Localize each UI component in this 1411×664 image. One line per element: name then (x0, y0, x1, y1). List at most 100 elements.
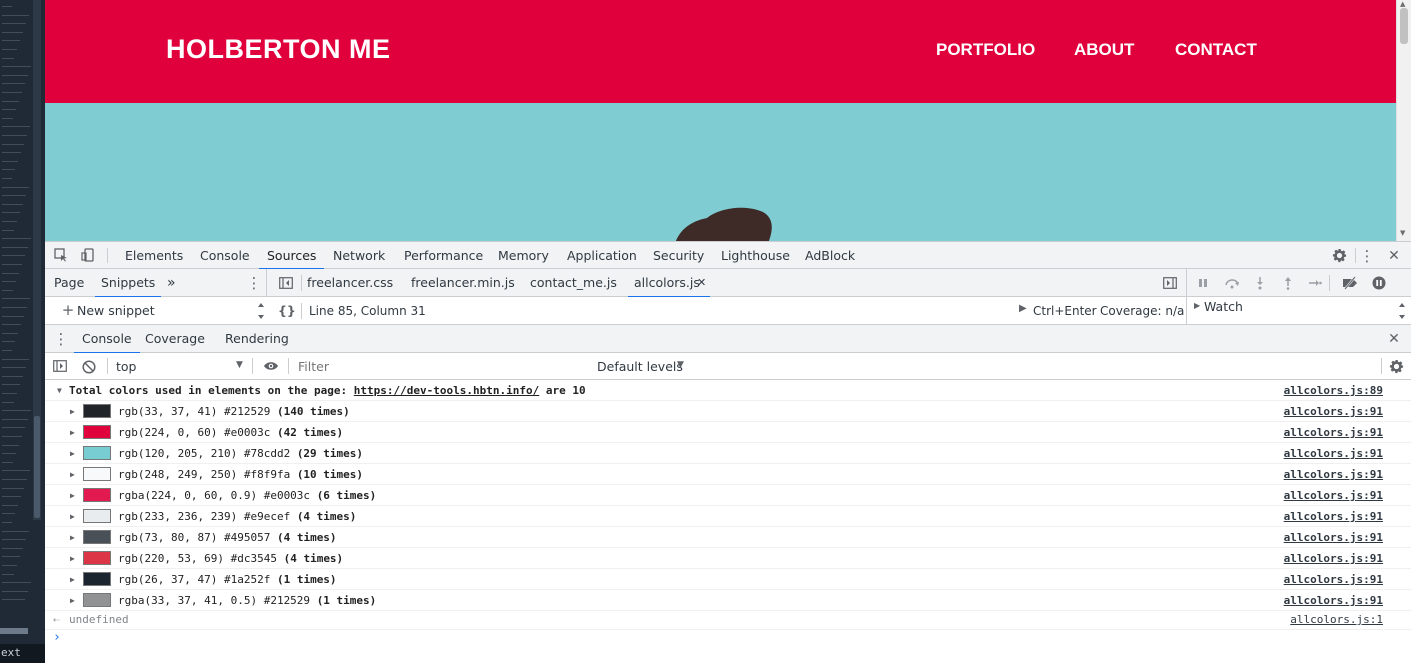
source-link[interactable]: allcolors.js:91 (1284, 447, 1383, 460)
levels-dropdown-icon[interactable]: ▼ (677, 360, 684, 370)
source-link[interactable]: allcolors.js:91 (1284, 426, 1383, 439)
tab-elements[interactable]: Elements (125, 242, 183, 269)
log-levels-dropdown[interactable]: Default levels (597, 359, 683, 374)
file-tab-contact-me-js[interactable]: contact_me.js (530, 269, 617, 297)
expand-triangle-icon[interactable]: ▶ (70, 407, 75, 416)
pause-on-exceptions-icon[interactable] (1371, 275, 1387, 291)
console-color-entry[interactable]: ▶ rgba(224, 0, 60, 0.9) #e0003c (6 times)… (45, 485, 1411, 506)
file-tab-freelancer-min-js[interactable]: freelancer.min.js (411, 269, 515, 297)
tab-sources[interactable]: Sources (258, 242, 325, 270)
step-icon[interactable] (1307, 276, 1323, 290)
toggle-debugger-icon[interactable] (1162, 276, 1178, 290)
nav-link-contact[interactable]: CONTACT (1175, 40, 1257, 60)
tab-network[interactable]: Network (333, 242, 385, 269)
console-color-entry[interactable]: ▶ rgb(233, 236, 239) #e9ecef (4 times) all… (45, 506, 1411, 527)
file-tab-allcolors-js[interactable]: allcolors.js (628, 269, 710, 298)
context-selector[interactable]: top (116, 359, 136, 374)
navigator-scrollbar[interactable] (256, 301, 266, 321)
collapse-triangle-icon[interactable]: ▼ (57, 386, 62, 395)
expand-triangle-icon[interactable]: ▶ (70, 491, 75, 500)
tab-console[interactable]: Console (200, 242, 250, 269)
page-scrollbar-thumb[interactable] (1400, 8, 1408, 44)
source-link[interactable]: allcolors.js:91 (1284, 573, 1383, 586)
console-filter-input[interactable] (298, 356, 588, 376)
source-link[interactable]: allcolors.js:89 (1284, 384, 1383, 397)
expand-triangle-icon[interactable]: ▶ (70, 428, 75, 437)
drawer-tab-coverage[interactable]: Coverage (145, 325, 205, 353)
deactivate-breakpoints-icon[interactable] (1341, 275, 1359, 291)
step-into-icon[interactable] (1253, 275, 1267, 291)
source-link[interactable]: allcolors.js:1 (1290, 613, 1383, 626)
tab-lighthouse[interactable]: Lighthouse (721, 242, 790, 269)
new-snippet-button[interactable]: New snippet (77, 303, 155, 318)
device-toolbar-icon[interactable] (80, 247, 96, 263)
pause-icon[interactable] (1195, 276, 1211, 290)
close-file-icon[interactable]: ✕ (697, 269, 706, 297)
close-drawer-icon[interactable]: ✕ (1386, 330, 1402, 347)
console-group-header[interactable]: ▼ Total colors used in elements on the p… (45, 380, 1411, 401)
console-sidebar-icon[interactable] (52, 359, 68, 373)
live-expression-eye-icon[interactable] (262, 359, 280, 373)
expand-triangle-icon[interactable]: ▶ (70, 449, 75, 458)
add-icon[interactable]: + (61, 301, 75, 319)
expand-triangle-icon[interactable]: ▶ (70, 533, 75, 542)
context-dropdown-icon[interactable]: ▼ (236, 360, 243, 370)
editor-hscroll[interactable] (0, 628, 28, 634)
settings-gear-icon[interactable] (1330, 247, 1348, 264)
toggle-navigator-icon[interactable] (278, 276, 294, 290)
watch-section[interactable]: Watch (1204, 299, 1243, 314)
console-color-entry[interactable]: ▶ rgb(120, 205, 210) #78cdd2 (29 times) al… (45, 443, 1411, 464)
source-link[interactable]: allcolors.js:91 (1284, 552, 1383, 565)
scroll-down-icon[interactable]: ▼ (1400, 229, 1405, 237)
tab-application[interactable]: Application (567, 242, 637, 269)
run-snippet-icon[interactable]: ▶ (1019, 303, 1027, 314)
navigator-tab-snippets[interactable]: Snippets (94, 269, 162, 298)
expand-triangle-icon[interactable]: ▶ (70, 470, 75, 479)
expand-triangle-icon[interactable]: ▶ (70, 596, 75, 605)
nav-link-portfolio[interactable]: PORTFOLIO (936, 40, 1035, 60)
inspect-element-icon[interactable] (53, 247, 69, 263)
source-link[interactable]: allcolors.js:91 (1284, 489, 1383, 502)
drawer-menu-icon[interactable]: ⋮ (54, 330, 69, 348)
expand-triangle-icon[interactable]: ▶ (70, 554, 75, 563)
console-prompt[interactable]: › (53, 630, 1393, 650)
nav-link-about[interactable]: ABOUT (1074, 40, 1134, 60)
scroll-up-icon[interactable]: ▲ (1400, 0, 1405, 8)
tab-performance[interactable]: Performance (404, 242, 483, 269)
console-color-entry[interactable]: ▶ rgb(26, 37, 47) #1a252f (1 times) allcol… (45, 569, 1411, 590)
tab-memory[interactable]: Memory (498, 242, 549, 269)
source-link[interactable]: allcolors.js:91 (1284, 531, 1383, 544)
drawer-tab-rendering[interactable]: Rendering (225, 325, 289, 353)
more-options-icon[interactable]: ⋮ (1359, 247, 1375, 265)
source-link[interactable]: allcolors.js:91 (1284, 594, 1383, 607)
debugger-scrollbar[interactable] (1397, 301, 1407, 321)
clear-console-icon[interactable] (81, 359, 97, 375)
source-link[interactable]: allcolors.js:91 (1284, 405, 1383, 418)
run-shortcut-hint[interactable]: Ctrl+Enter (1033, 304, 1097, 318)
source-link[interactable]: allcolors.js:91 (1284, 510, 1383, 523)
navigator-tab-page[interactable]: Page (54, 269, 84, 297)
expand-triangle-icon[interactable]: ▶ (70, 512, 75, 521)
console-url-link[interactable]: https://dev-tools.hbtn.info/ (354, 384, 539, 397)
console-color-entry[interactable]: ▶ rgb(220, 53, 69) #dc3545 (4 times) allco… (45, 548, 1411, 569)
editor-scrollbar-thumb[interactable] (34, 416, 40, 518)
navigator-menu-icon[interactable]: ⋮ (247, 274, 262, 292)
site-brand[interactable]: HOLBERTON ME (166, 34, 391, 65)
close-devtools-icon[interactable]: ✕ (1386, 247, 1402, 264)
console-color-entry[interactable]: ▶ rgba(33, 37, 41, 0.5) #212529 (1 times)… (45, 590, 1411, 611)
console-color-entry[interactable]: ▶ rgb(248, 249, 250) #f8f9fa (10 times) al… (45, 464, 1411, 485)
console-color-entry[interactable]: ▶ rgb(73, 80, 87) #495057 (4 times) allcol… (45, 527, 1411, 548)
console-color-entry[interactable]: ▶ rgb(224, 0, 60) #e0003c (42 times) allco… (45, 422, 1411, 443)
drawer-tab-console[interactable]: Console (74, 325, 140, 354)
expand-triangle-icon[interactable]: ▶ (70, 575, 75, 584)
console-color-entry[interactable]: ▶ rgb(33, 37, 41) #212529 (140 times) allc… (45, 401, 1411, 422)
navigator-more-icon[interactable]: » (167, 269, 176, 297)
watch-expand-icon[interactable]: ▶ (1194, 301, 1200, 310)
source-link[interactable]: allcolors.js:91 (1284, 468, 1383, 481)
tab-adblock[interactable]: AdBlock (805, 242, 855, 269)
tab-security[interactable]: Security (653, 242, 704, 269)
pretty-print-icon[interactable]: {} (278, 303, 296, 318)
step-over-icon[interactable] (1223, 276, 1241, 290)
console-settings-gear-icon[interactable] (1387, 358, 1405, 375)
file-tab-freelancer-css[interactable]: freelancer.css (307, 269, 393, 297)
